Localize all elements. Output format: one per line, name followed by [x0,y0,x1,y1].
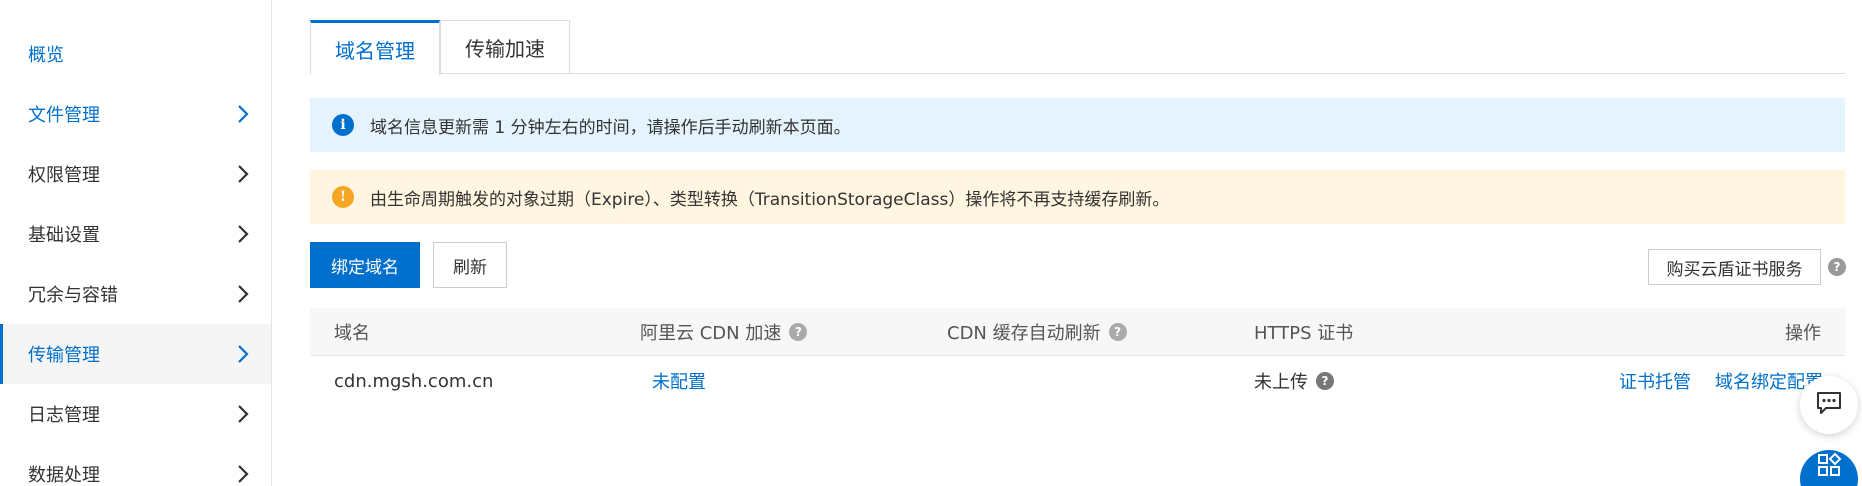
chevron-right-icon [235,464,251,484]
warning-alert-text: 由生命周期触发的对象过期（Expire）、类型转换（TransitionStor… [370,189,1170,210]
sidebar-item-transfer-management[interactable]: 传输管理 [0,324,271,384]
https-status: 未上传 [1254,372,1308,393]
info-alert: i 域名信息更新需 1 分钟左右的时间，请操作后手动刷新本页面。 [310,98,1845,152]
sidebar-item-overview[interactable]: 概览 [0,24,271,84]
tab-domain-management[interactable]: 域名管理 [310,20,440,75]
chevron-right-icon [235,104,251,124]
sidebar-item-label: 文件管理 [28,105,100,126]
bind-domain-button[interactable]: 绑定域名 [310,242,420,288]
cert-hosting-link[interactable]: 证书托管 [1619,357,1691,405]
column-header-cdn-refresh: CDN 缓存自动刷新 ? [947,308,1127,356]
tab-label: 域名管理 [335,38,415,63]
column-header-label: 操作 [1785,323,1821,344]
tab-label: 传输加速 [465,37,545,61]
help-icon[interactable]: ? [789,323,808,341]
column-header-label: 阿里云 CDN 加速 [640,323,782,344]
domain-cell: cdn.mgsh.com.cn [334,370,494,392]
info-icon: i [332,114,354,136]
buy-cert-button[interactable]: 购买云盾证书服务 [1648,249,1821,285]
chat-icon [1815,390,1843,420]
tab-transfer-acceleration[interactable]: 传输加速 [440,20,570,74]
help-icon[interactable]: ? [1828,258,1846,276]
table-row: cdn.mgsh.com.cn 未配置 未上传 ? 证书托管 域名绑定配置 [310,357,1845,405]
warning-alert: ! 由生命周期触发的对象过期（Expire）、类型转换（TransitionSt… [310,170,1845,224]
column-header-actions: 操作 [1785,308,1821,356]
sidebar-item-label: 冗余与容错 [28,285,118,306]
sidebar-item-redundancy[interactable]: 冗余与容错 [0,264,271,324]
tab-divider [310,73,1845,74]
refresh-button[interactable]: 刷新 [433,242,507,288]
sidebar-item-basic-settings[interactable]: 基础设置 [0,204,271,264]
tab-bar: 域名管理 传输加速 [310,20,570,75]
apps-button[interactable] [1800,450,1858,486]
sidebar-item-data-processing[interactable]: 数据处理 [0,444,271,486]
sidebar-item-file-management[interactable]: 文件管理 [0,84,271,144]
sidebar-item-label: 基础设置 [28,225,100,246]
column-header-label: 域名 [334,323,370,344]
help-icon[interactable]: ? [1316,372,1334,390]
column-header-https: HTTPS 证书 [1254,308,1353,356]
sidebar-item-log-management[interactable]: 日志管理 [0,384,271,444]
info-alert-text: 域名信息更新需 1 分钟左右的时间，请操作后手动刷新本页面。 [370,117,851,138]
chat-button[interactable] [1800,376,1858,434]
sidebar-item-label: 概览 [28,45,64,66]
column-header-domain: 域名 [334,308,370,356]
table-header: 域名 阿里云 CDN 加速 ? CDN 缓存自动刷新 ? HTTPS 证书 操作 [310,308,1845,356]
chevron-right-icon [235,344,251,364]
chevron-right-icon [235,284,251,304]
sidebar: 概览 文件管理 权限管理 基础设置 冗余与容错 传输管理 日志管理 数据处理 [0,0,272,486]
warning-icon: ! [332,186,354,208]
chevron-right-icon [235,404,251,424]
help-icon[interactable]: ? [1108,323,1127,341]
sidebar-item-label: 传输管理 [28,345,100,366]
sidebar-item-permission-management[interactable]: 权限管理 [0,144,271,204]
column-header-label: CDN 缓存自动刷新 [947,323,1101,344]
chevron-right-icon [235,164,251,184]
https-cell: 未上传 ? [1254,357,1334,405]
sidebar-item-label: 权限管理 [28,165,100,186]
cdn-config-link[interactable]: 未配置 [652,357,706,405]
chevron-right-icon [235,224,251,244]
apps-icon [1816,452,1842,482]
sidebar-item-label: 数据处理 [28,465,100,486]
sidebar-item-label: 日志管理 [28,405,100,426]
column-header-cdn: 阿里云 CDN 加速 ? [640,308,808,356]
column-header-label: HTTPS 证书 [1254,323,1354,344]
